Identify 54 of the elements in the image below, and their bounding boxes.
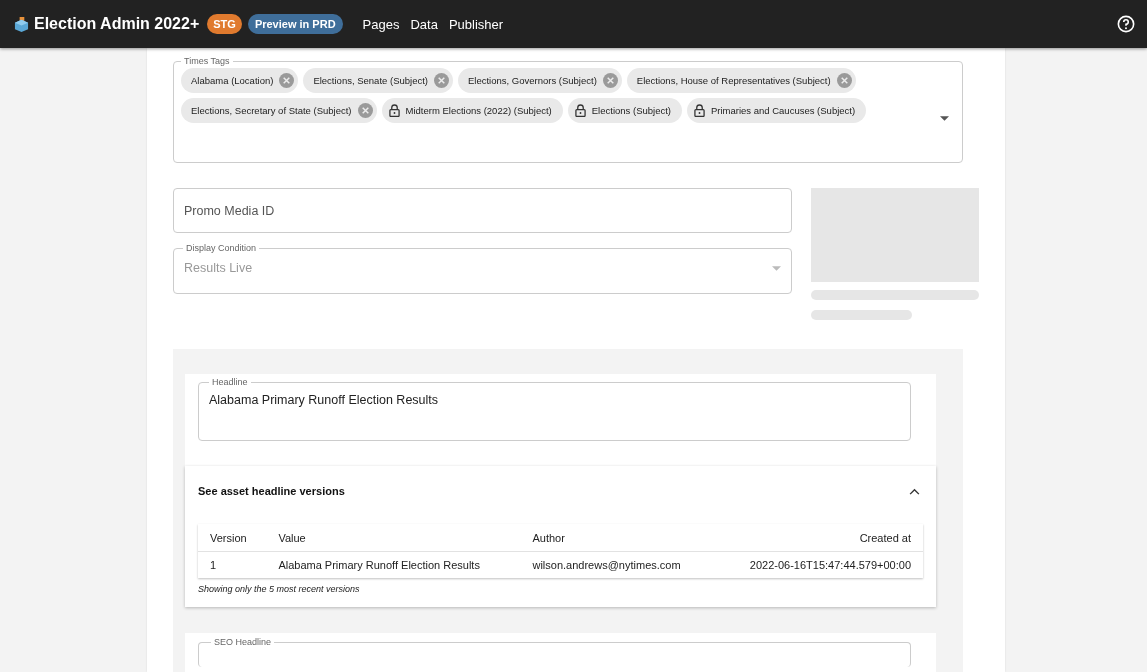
tag-label: Elections, Governors (Subject) (468, 75, 597, 86)
column-header: Version (198, 524, 267, 552)
field-label: Display Condition (185, 243, 258, 253)
tag-chip[interactable]: Alabama (Location) (181, 68, 299, 93)
column-header: Value (266, 524, 521, 552)
lock-icon (574, 104, 586, 117)
table-cell: wilson.andrews@nytimes.com (520, 551, 715, 578)
select-value: Results Live (184, 261, 253, 275)
tag-chip[interactable]: Primaries and Caucuses (Subject) (687, 98, 867, 123)
headline-field[interactable]: Headline Alabama Primary Runoff Election Results (198, 377, 911, 441)
versions-note: Showing only the 5 most recent versions (198, 584, 361, 594)
table-cell: 1 (198, 551, 267, 578)
remove-icon[interactable] (836, 73, 852, 88)
tag-chip[interactable]: Midterm Elections (2022) (Subject) (381, 98, 563, 123)
environment-badge: STG (207, 14, 242, 34)
tags-field[interactable] (173, 56, 963, 163)
table-cell: Alabama Primary Runoff Election Results (266, 551, 521, 578)
nav-link[interactable]: Publisher (448, 16, 504, 32)
tag-chip[interactable]: Elections, Senate (Subject) (303, 68, 453, 93)
ballot-box-icon (14, 16, 29, 32)
remove-icon[interactable] (279, 73, 295, 88)
tag-label: Elections, Secretary of State (Subject) (191, 105, 352, 116)
help-icon[interactable] (1117, 15, 1135, 33)
chevron-icon (909, 487, 920, 495)
tag-label: Midterm Elections (2022) (Subject) (405, 105, 552, 116)
tag-label: Primaries and Caucuses (Subject) (711, 105, 856, 116)
nav-link[interactable]: Data (410, 16, 438, 32)
remove-icon[interactable] (602, 73, 618, 88)
preview-button[interactable]: Preview in PRD (247, 14, 343, 34)
table-cell: 2022-06-16T15:47:44.579+00:00 (714, 551, 923, 578)
nav-link[interactable]: Pages (362, 16, 400, 32)
field-label: Headline (211, 377, 249, 387)
field-label: SEO Headline (213, 637, 273, 647)
lock-icon (694, 104, 705, 117)
tag-label: Elections, House of Representatives (Subject) (636, 75, 831, 86)
lock-icon (388, 104, 400, 117)
field-value: Alabama Primary Runoff Election Results (209, 393, 440, 407)
tag-chip[interactable]: Elections, House of Representatives (Subject) (626, 68, 856, 93)
tag-chip[interactable]: Elections (Subject) (567, 98, 682, 123)
dropdown-caret-icon (772, 265, 781, 271)
promo-media-field[interactable]: Promo Media ID (173, 188, 792, 233)
tag-label: Alabama (Location) (191, 75, 274, 86)
remove-icon[interactable] (357, 103, 373, 118)
tag-chip[interactable]: Elections, Governors (Subject) (458, 68, 622, 93)
field-label: Times Tags (183, 56, 231, 66)
remove-icon[interactable] (434, 73, 449, 88)
tag-label: Elections, Senate (Subject) (313, 75, 428, 86)
tag-chip[interactable]: Elections, Secretary of State (Subject) (181, 98, 377, 123)
versions-accordion-header[interactable]: See asset headline versions (198, 466, 923, 516)
column-header: Author (520, 524, 715, 552)
dropdown-caret-icon[interactable] (940, 116, 949, 121)
tag-label: Elections (Subject) (591, 105, 671, 116)
app-title: Election Admin 2022+ (34, 15, 200, 33)
column-header: Created at (714, 524, 923, 552)
